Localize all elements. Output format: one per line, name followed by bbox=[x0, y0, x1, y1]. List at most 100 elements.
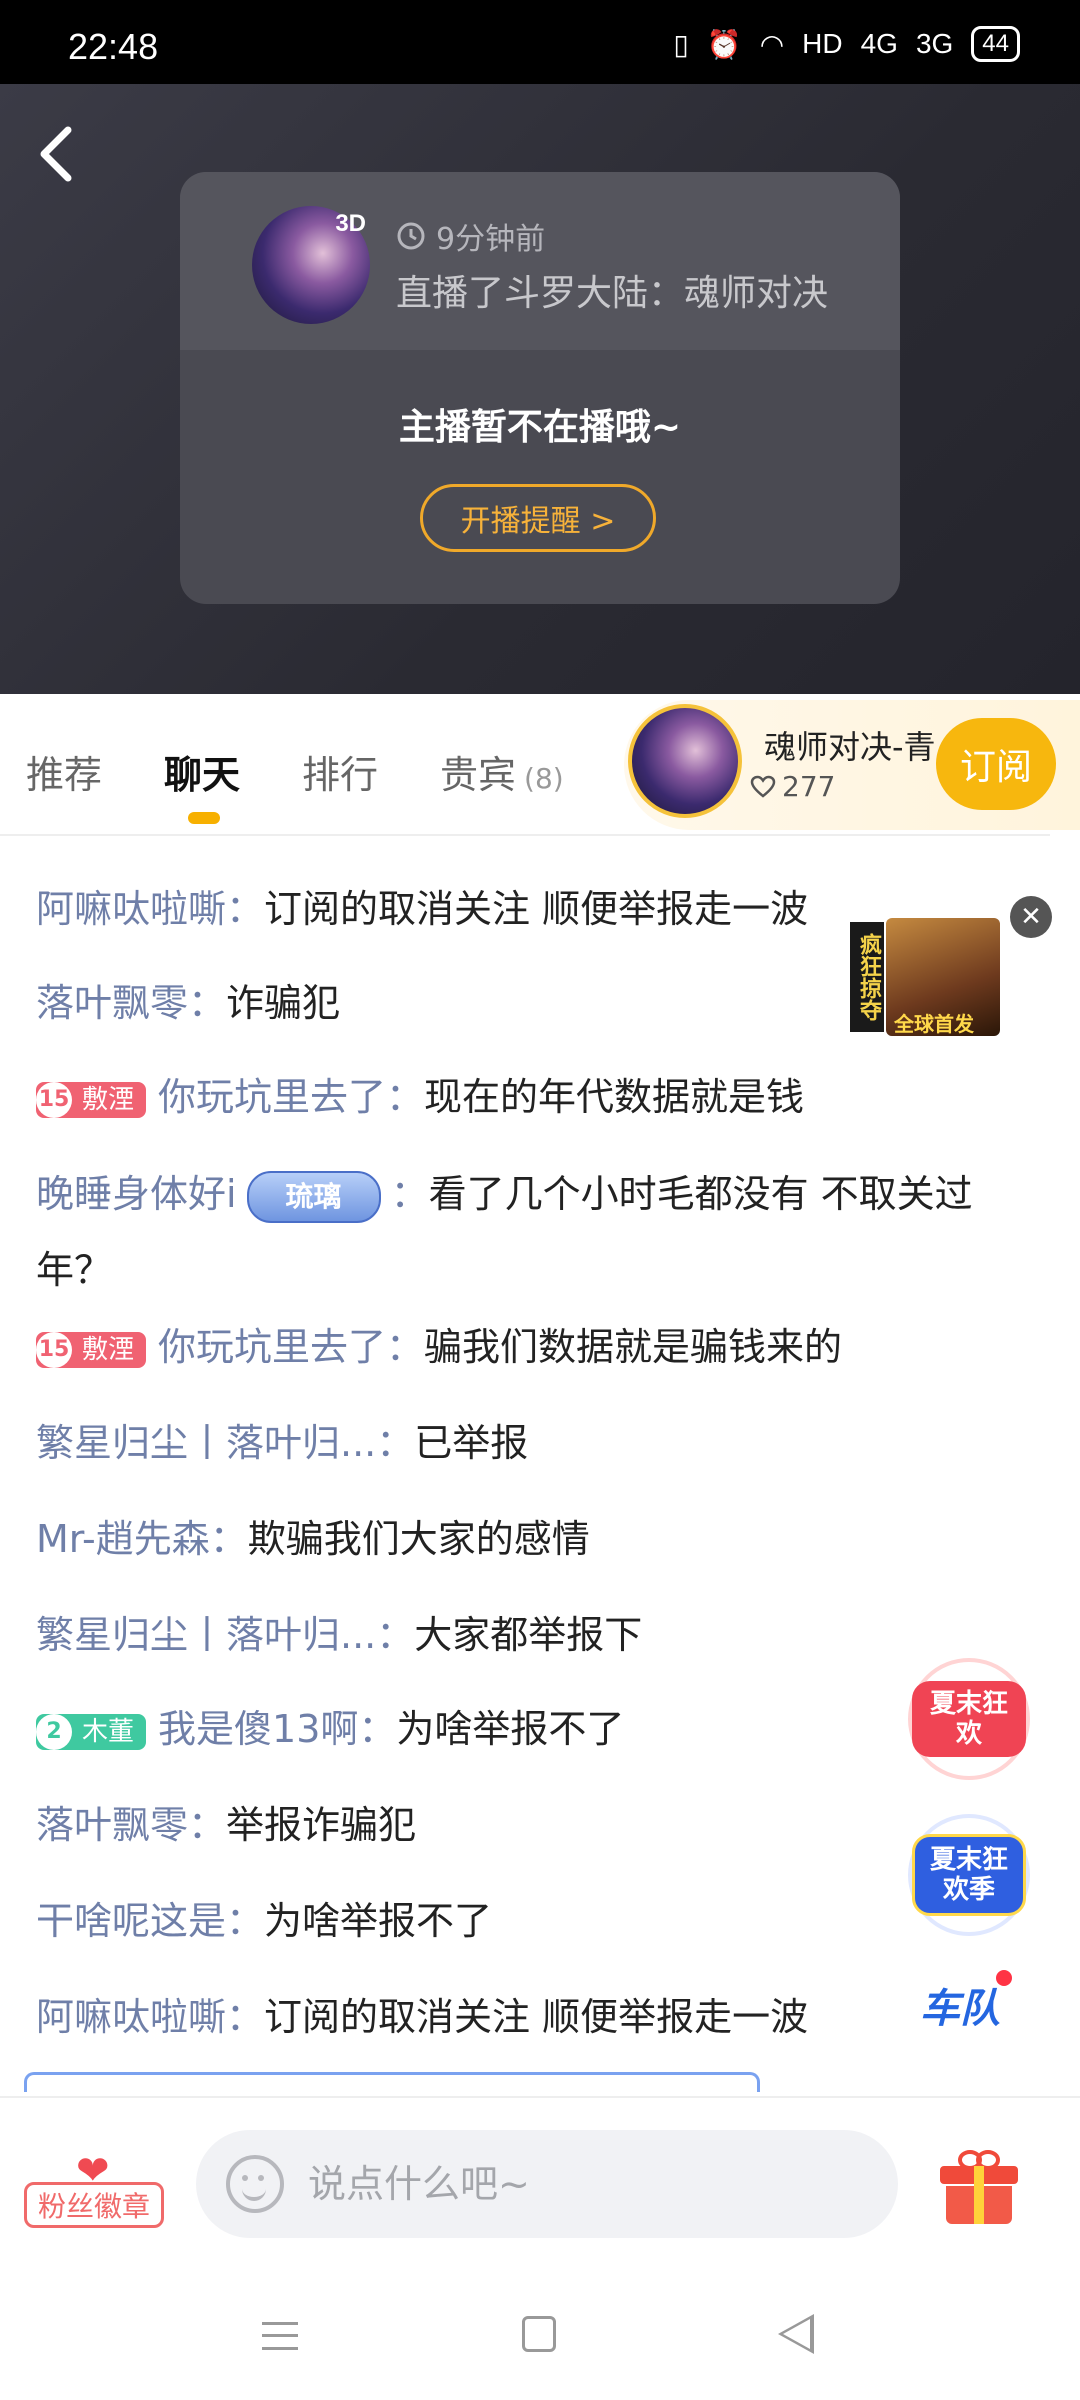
tab-divider bbox=[0, 834, 1050, 836]
tab-vip[interactable]: 贵宾 (8) bbox=[440, 744, 564, 799]
active-tab-indicator bbox=[188, 812, 220, 824]
chat-nickname[interactable]: 落叶飘零 bbox=[36, 981, 188, 1025]
back-triangle-icon[interactable] bbox=[778, 2314, 814, 2354]
game-ad[interactable]: 疯狂掠夺 全球首发 bbox=[850, 918, 1000, 1038]
signal-3g-icon: 3G bbox=[915, 28, 954, 59]
fan-badge[interactable]: 15 敷湮 bbox=[36, 1081, 147, 1118]
channel-info[interactable]: 魂师对决-青 277 订阅 bbox=[624, 700, 1080, 830]
tab-recommend[interactable]: 推荐 bbox=[26, 744, 102, 799]
menu-icon[interactable] bbox=[262, 2322, 298, 2350]
summer-carnival-label: 夏末狂欢 bbox=[912, 1681, 1026, 1757]
fan-badge-text: 敷湮 bbox=[82, 1084, 135, 1115]
chat-text: 订阅的取消关注 顺便举报走一波 bbox=[264, 1995, 809, 2039]
chat-text: 已举报 bbox=[414, 1421, 529, 1465]
fan-badge-level: 15 bbox=[36, 1331, 72, 1368]
remind-button[interactable]: 开播提醒 > bbox=[420, 484, 656, 552]
notification-dot bbox=[996, 1970, 1012, 1986]
avatar-3d-tag: 3D bbox=[335, 210, 366, 237]
vibrate-icon: ▯ bbox=[673, 28, 689, 60]
back-arrow-icon[interactable] bbox=[32, 118, 82, 188]
chat-text: 骗我们数据就是骗钱来的 bbox=[424, 1325, 843, 1369]
anchor-avatar[interactable]: 3D bbox=[252, 206, 370, 324]
fan-badge-text: 敷湮 bbox=[82, 1334, 135, 1365]
fans-badge-button[interactable]: ❤ 粉丝徽章 bbox=[24, 2148, 170, 2238]
channel-likes: 277 bbox=[750, 770, 835, 803]
fan-badge[interactable]: 15 敷湮 bbox=[36, 1331, 147, 1368]
channel-avatar[interactable] bbox=[628, 704, 742, 818]
chat-nickname[interactable]: 落叶飘零 bbox=[36, 1803, 188, 1847]
status-icons: ▯ ⏰ ◠ HD 4G 3G 44 bbox=[673, 24, 1020, 64]
clock: 22:48 bbox=[68, 26, 159, 67]
chat-text: 订阅的取消关注 顺便举报走一波 bbox=[264, 887, 809, 931]
team-button[interactable]: 车队 bbox=[920, 1970, 1012, 2036]
chat-nickname[interactable]: 阿嘛呔啦嘶 bbox=[36, 1995, 226, 2039]
gift-ribbon bbox=[974, 2166, 984, 2224]
chat-message: 2 木董 我是傻13啊：为啥举报不了 bbox=[36, 1700, 624, 1758]
status-bar: 22:48 ▯ ⏰ ◠ HD 4G 3G 44 bbox=[0, 0, 1080, 84]
chat-nickname[interactable]: 我是傻13啊 bbox=[158, 1707, 358, 1751]
chat-text: 为啥举报不了 bbox=[264, 1899, 493, 1943]
close-icon[interactable]: ✕ bbox=[1010, 896, 1052, 938]
subscribe-button[interactable]: 订阅 bbox=[936, 718, 1056, 810]
fan-badge[interactable]: 2 木董 bbox=[36, 1713, 147, 1750]
chat-message: 晚睡身体好i 琉璃 ：看了几个小时毛都没有 不取关过年？ bbox=[36, 1170, 973, 1292]
chat-nickname[interactable]: Mr-趙先森 bbox=[36, 1517, 210, 1561]
chat-text: 举报诈骗犯 bbox=[226, 1803, 417, 1847]
chat-message: 繁星归尘丨落叶归...：大家都举报下 bbox=[36, 1613, 643, 1657]
chat-message: 15 敷湮 你玩坑里去了：现在的年代数据就是钱 bbox=[36, 1068, 804, 1126]
chat-nickname[interactable]: 你玩坑里去了 bbox=[158, 1075, 386, 1119]
chat-message: 阿嘛呔啦嘶：订阅的取消关注 顺便举报走一波 bbox=[36, 1995, 809, 2039]
chat-input[interactable] bbox=[306, 2161, 870, 2207]
popup-edge bbox=[24, 2072, 760, 2092]
chat-message: 落叶飘零：举报诈骗犯 bbox=[36, 1803, 417, 1847]
chat-nickname[interactable]: 干啥呢这是 bbox=[36, 1899, 226, 1943]
chat-text: 诈骗犯 bbox=[226, 981, 341, 1025]
emoji-icon[interactable] bbox=[226, 2155, 284, 2213]
last-stream-title: 直播了斗罗大陆：魂师对决 bbox=[396, 273, 829, 314]
chat-text: 欺骗我们大家的感情 bbox=[247, 1517, 590, 1561]
wifi-icon: ◠ bbox=[759, 28, 785, 60]
chat-nickname[interactable]: 晚睡身体好i bbox=[36, 1172, 237, 1216]
chat-nickname[interactable]: 你玩坑里去了 bbox=[158, 1325, 386, 1369]
chat-message: 15 敷湮 你玩坑里去了：骗我们数据就是骗钱来的 bbox=[36, 1318, 842, 1376]
chat-nickname[interactable]: 繁星归尘丨落叶归... bbox=[36, 1613, 376, 1657]
channel-name: 魂师对决-青 bbox=[764, 728, 936, 766]
gift-icon[interactable] bbox=[940, 2148, 1018, 2224]
chat-text: 为啥举报不了 bbox=[396, 1707, 625, 1751]
liuli-medal[interactable]: 琉璃 bbox=[246, 1170, 381, 1223]
chat-text: 大家都举报下 bbox=[414, 1613, 643, 1657]
battery-icon: 44 bbox=[971, 26, 1020, 62]
likes-count: 277 bbox=[782, 770, 836, 803]
signal-4g-icon: 4G bbox=[860, 28, 898, 59]
time-ago-text: 9分钟前 bbox=[436, 222, 546, 257]
game-ad-title: 疯狂掠夺 bbox=[850, 922, 884, 1032]
chat-nickname[interactable]: 阿嘛呔啦嘶 bbox=[36, 887, 226, 931]
chat-input-box[interactable] bbox=[196, 2130, 898, 2238]
clock-icon bbox=[397, 222, 425, 250]
chat-nickname[interactable]: 繁星归尘丨落叶归... bbox=[36, 1421, 376, 1465]
chat-text: 现在的年代数据就是钱 bbox=[424, 1075, 805, 1119]
home-icon[interactable] bbox=[522, 2316, 556, 2352]
fan-badge-level: 15 bbox=[36, 1081, 72, 1118]
fan-badge-level: 2 bbox=[36, 1713, 72, 1750]
chat-message: 干啥呢这是：为啥举报不了 bbox=[36, 1899, 493, 1943]
summer-carnival-season-label: 夏末狂欢季 bbox=[912, 1834, 1026, 1916]
anchor-status-card: 3D 9分钟前 直播了斗罗大陆：魂师对决 主播暂不在播哦~ 开播提醒 > bbox=[180, 172, 900, 604]
fan-badge-text: 木董 bbox=[82, 1716, 135, 1747]
last-live-time: 9分钟前 bbox=[396, 214, 545, 258]
summer-carnival-button[interactable]: 夏末狂欢 bbox=[908, 1658, 1030, 1780]
chat-message: 繁星归尘丨落叶归...：已举报 bbox=[36, 1421, 529, 1465]
chat-message: 阿嘛呔啦嘶：订阅的取消关注 顺便举报走一波 bbox=[36, 887, 809, 931]
game-ad-label: 全球首发 bbox=[894, 1012, 974, 1036]
network-label: HD bbox=[802, 28, 843, 59]
tab-chat[interactable]: 聊天 bbox=[164, 744, 240, 799]
heart-icon bbox=[750, 775, 776, 798]
summer-carnival-season-button[interactable]: 夏末狂欢季 bbox=[908, 1814, 1030, 1936]
team-label: 车队 bbox=[920, 1986, 1000, 2032]
chat-message: 落叶飘零：诈骗犯 bbox=[36, 981, 341, 1025]
offline-message: 主播暂不在播哦~ bbox=[398, 407, 682, 448]
alarm-icon: ⏰ bbox=[706, 28, 742, 60]
chat-message: Mr-趙先森：欺骗我们大家的感情 bbox=[36, 1517, 590, 1561]
tab-ranking[interactable]: 排行 bbox=[302, 744, 378, 799]
fans-badge-label: 粉丝徽章 bbox=[24, 2182, 164, 2228]
